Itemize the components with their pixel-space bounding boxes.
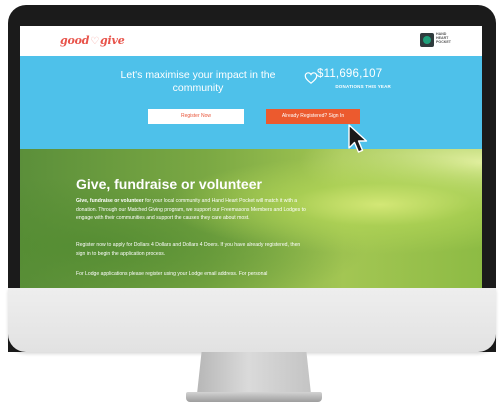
site-header: good♡give HAND HEART POCKET [20,26,482,56]
register-now-button[interactable]: Register Now [148,109,244,124]
register-paragraph: Register now to apply for Dollars 4 Doll… [76,242,301,257]
hand-heart-pocket-badge-icon [420,33,434,47]
lodge-paragraph: For Lodge applications please register u… [76,271,268,277]
logo-heart-icon: ♡ [90,36,100,47]
donation-label: DONATIONS THIS YEAR [335,84,391,89]
heart-icon [304,72,318,84]
content-section: Give, fundraise or volunteer Give, fundr… [20,149,482,288]
logo-text-good: good [60,34,90,47]
cursor-icon [348,124,368,153]
donation-amount: $11,696,107 [317,68,383,80]
monitor-chin [8,288,496,352]
good2give-logo[interactable]: good♡give [60,34,125,47]
intro-paragraph: Give, fundraise or volunteer for your lo… [76,198,306,222]
section-title: Give, fundraise or volunteer [76,176,262,192]
hero-headline: Let's maximise your impact in the commun… [120,69,276,94]
sign-in-button[interactable]: Already Registered? Sign In [266,109,360,124]
screen: good♡give HAND HEART POCKET Let's maximi… [20,26,482,288]
logo-text-give: give [100,34,125,47]
hero-banner: Let's maximise your impact in the commun… [20,56,482,149]
monitor-stand-foot [186,392,322,402]
monitor-stand-neck [197,352,311,394]
hand-heart-pocket-logo[interactable]: HAND HEART POCKET [420,32,460,50]
hand-heart-pocket-text: HAND HEART POCKET [436,32,451,45]
